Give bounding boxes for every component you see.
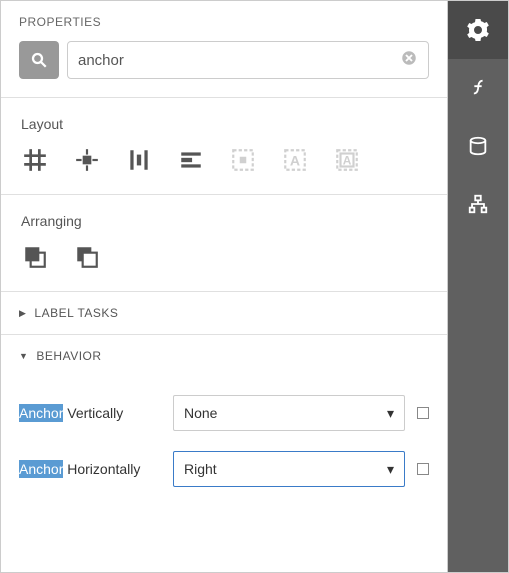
fit-text-box-icon[interactable]: A bbox=[333, 146, 361, 174]
sidebar-settings[interactable] bbox=[448, 1, 508, 59]
label-rest: Horizontally bbox=[63, 461, 140, 477]
hierarchy-icon bbox=[467, 193, 489, 215]
arranging-group-title: Arranging bbox=[1, 195, 447, 243]
search-button[interactable] bbox=[19, 41, 59, 79]
anchor-horizontally-label: Anchor Horizontally bbox=[19, 461, 161, 477]
gear-icon bbox=[466, 18, 490, 42]
align-left-icon[interactable] bbox=[177, 146, 205, 174]
fit-text-icon[interactable]: A bbox=[281, 146, 309, 174]
anchor-vertically-label: Anchor Vertically bbox=[19, 405, 161, 421]
label-tasks-accordion[interactable]: ▶ LABEL TASKS bbox=[1, 291, 447, 334]
send-back-icon[interactable] bbox=[73, 243, 101, 271]
behavior-title: BEHAVIOR bbox=[36, 349, 101, 363]
function-icon bbox=[467, 77, 489, 99]
layout-group-title: Layout bbox=[1, 98, 447, 146]
label-tasks-title: LABEL TASKS bbox=[34, 306, 118, 320]
select-value: Right bbox=[184, 461, 217, 477]
caret-down-icon: ▼ bbox=[19, 351, 28, 361]
anchor-vertically-row: Anchor Vertically None ▾ bbox=[19, 385, 429, 441]
label-rest: Vertically bbox=[63, 405, 123, 421]
caret-right-icon: ▶ bbox=[19, 308, 26, 319]
fit-bounds-icon[interactable] bbox=[229, 146, 257, 174]
align-middle-icon[interactable] bbox=[125, 146, 153, 174]
right-sidebar bbox=[448, 1, 508, 572]
search-input[interactable] bbox=[78, 52, 400, 69]
bring-front-icon[interactable] bbox=[21, 243, 49, 271]
anchor-vertically-checkbox[interactable] bbox=[417, 407, 429, 419]
search-field-wrap bbox=[67, 41, 429, 79]
behavior-accordion[interactable]: ▼ BEHAVIOR bbox=[1, 334, 447, 377]
anchor-vertically-select[interactable]: None ▾ bbox=[173, 395, 405, 431]
anchor-horizontally-select[interactable]: Right ▾ bbox=[173, 451, 405, 487]
panel-title: PROPERTIES bbox=[1, 1, 447, 29]
sidebar-functions[interactable] bbox=[448, 59, 508, 117]
magnifier-icon bbox=[30, 51, 48, 69]
anchor-horizontally-checkbox[interactable] bbox=[417, 463, 429, 475]
highlight-text: Anchor bbox=[19, 460, 63, 478]
svg-text:A: A bbox=[343, 153, 352, 167]
chevron-down-icon: ▾ bbox=[387, 405, 394, 422]
clear-icon bbox=[400, 49, 418, 67]
anchor-horizontally-row: Anchor Horizontally Right ▾ bbox=[19, 441, 429, 497]
sidebar-tree[interactable] bbox=[448, 175, 508, 233]
snap-center-icon[interactable] bbox=[73, 146, 101, 174]
svg-text:A: A bbox=[290, 152, 300, 168]
chevron-down-icon: ▾ bbox=[387, 461, 394, 478]
snap-grid-icon[interactable] bbox=[21, 146, 49, 174]
highlight-text: Anchor bbox=[19, 404, 63, 422]
database-icon bbox=[467, 135, 489, 157]
select-value: None bbox=[184, 405, 217, 421]
clear-search-button[interactable] bbox=[400, 49, 418, 72]
sidebar-data[interactable] bbox=[448, 117, 508, 175]
